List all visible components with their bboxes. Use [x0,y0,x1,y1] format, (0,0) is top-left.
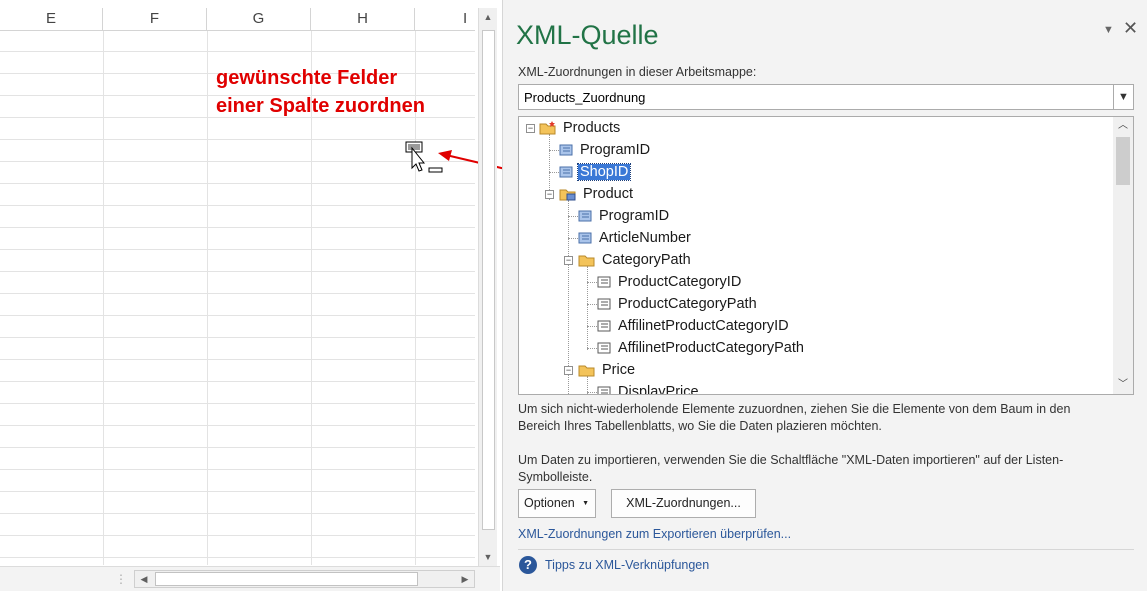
folder-icon [578,255,595,267]
vertical-scroll-thumb[interactable] [482,30,495,530]
xml-source-pane: XML-Quelle ▼ ✕ XML-Zuordnungen in dieser… [502,0,1147,591]
chevron-down-icon[interactable]: ﹀ [1113,376,1133,394]
tree-node-product[interactable]: Product [559,183,635,205]
element-icon [597,386,611,394]
tree-node-displayprice[interactable]: DisplayPrice [597,381,701,394]
root-folder-icon [539,121,556,135]
tree-node-affilinetproductcategoryid[interactable]: AffilinetProductCategoryID [597,315,791,337]
tree-node-shopid[interactable]: ShopID [559,161,632,183]
tree-node-products[interactable]: Products [539,117,622,139]
help-text-import: Um Daten zu importieren, verwenden Sie d… [518,453,1064,484]
annotation-line-2: einer Spalte zuordnen [216,95,425,117]
collapse-icon[interactable]: − [564,256,573,265]
close-icon[interactable]: ✕ [1123,18,1138,39]
scroll-right-icon[interactable]: ▶ [456,571,474,587]
sheet-bottom-bar: ⋮ ◀ ▶ [0,566,500,591]
repeating-folder-icon [559,189,576,201]
tree-node-affilinetproductcategorypath[interactable]: AffilinetProductCategoryPath [597,337,806,359]
column-header-f[interactable]: F [103,8,207,30]
maps-dropdown[interactable]: Products_Zuordnung ▼ [518,84,1134,110]
verify-maps-link[interactable]: XML-Zuordnungen zum Exportieren überprüf… [518,527,791,541]
tree-node-productcategorypath[interactable]: ProductCategoryPath [597,293,759,315]
pane-divider [518,549,1134,550]
vertical-scrollbar[interactable]: ▲ ▼ [478,8,497,566]
column-header-h[interactable]: H [311,8,415,30]
collapse-icon[interactable]: − [545,190,554,199]
collapse-icon[interactable]: − [526,124,535,133]
tree-scrollbar[interactable]: ︿ ﹀ [1113,117,1133,394]
column-header-g[interactable]: G [207,8,311,30]
options-button-label: Optionen [524,496,575,510]
splitter-grip-icon[interactable]: ⋮ [115,572,127,586]
scroll-down-icon[interactable]: ▼ [479,548,497,566]
dropdown-arrow-icon[interactable]: ▼ [1113,85,1133,109]
tips-link[interactable]: Tipps zu XML-Verknüpfungen [545,558,709,572]
scroll-left-icon[interactable]: ◀ [135,571,153,587]
maps-label: XML-Zuordnungen in dieser Arbeitsmappe: [518,65,757,79]
tree-node-categorypath[interactable]: CategoryPath [578,249,693,271]
element-icon [578,210,592,222]
caret-down-icon: ▼ [582,500,589,507]
element-icon [597,298,611,310]
element-icon [578,232,592,244]
element-icon [597,342,611,354]
app-window: E F G H I gewünschte Felder einer Spalte… [0,0,1147,591]
collapse-icon[interactable]: − [564,366,573,375]
maps-dropdown-value: Products_Zuordnung [524,90,646,105]
options-button[interactable]: Optionen ▼ [518,489,596,518]
annotation-line-1: gewünschte Felder [216,67,398,89]
element-icon [559,144,573,156]
horizontal-scroll-thumb[interactable] [155,572,418,586]
tree-scroll-thumb[interactable] [1116,137,1130,185]
scroll-up-icon[interactable]: ▲ [479,8,497,26]
tree-node-articlenumber[interactable]: ArticleNumber [578,227,693,249]
tree-node-product-programid[interactable]: ProgramID [578,205,671,227]
tree-node-productcategoryid[interactable]: ProductCategoryID [597,271,743,293]
element-icon [597,276,611,288]
column-header-e[interactable]: E [0,8,103,30]
element-icon [559,166,573,178]
chevron-down-icon[interactable]: ▼ [1103,24,1114,36]
xml-maps-button[interactable]: XML-Zuordnungen... [611,489,756,518]
question-icon[interactable]: ? [519,556,537,574]
annotation-text: gewünschte Felder einer Spalte zuordnen [216,64,425,120]
xml-tree-content: − − − − Products ProgramID ShopID Produc… [519,117,1113,394]
pane-title: XML-Quelle [516,20,659,50]
folder-icon [578,365,595,377]
help-text-mapping: Um sich nicht-wiederholende Elemente zuz… [518,402,1071,433]
chevron-up-icon[interactable]: ︿ [1113,117,1133,135]
xml-tree[interactable]: − − − − Products ProgramID ShopID Produc… [518,116,1134,395]
element-icon [597,320,611,332]
horizontal-scrollbar[interactable]: ◀ ▶ [134,570,475,588]
column-headers: E F G H I [0,8,475,31]
tree-line [587,266,588,350]
tree-node-price[interactable]: Price [578,359,637,381]
tree-node-programid[interactable]: ProgramID [559,139,652,161]
worksheet-area: E F G H I gewünschte Felder einer Spalte… [0,0,549,591]
